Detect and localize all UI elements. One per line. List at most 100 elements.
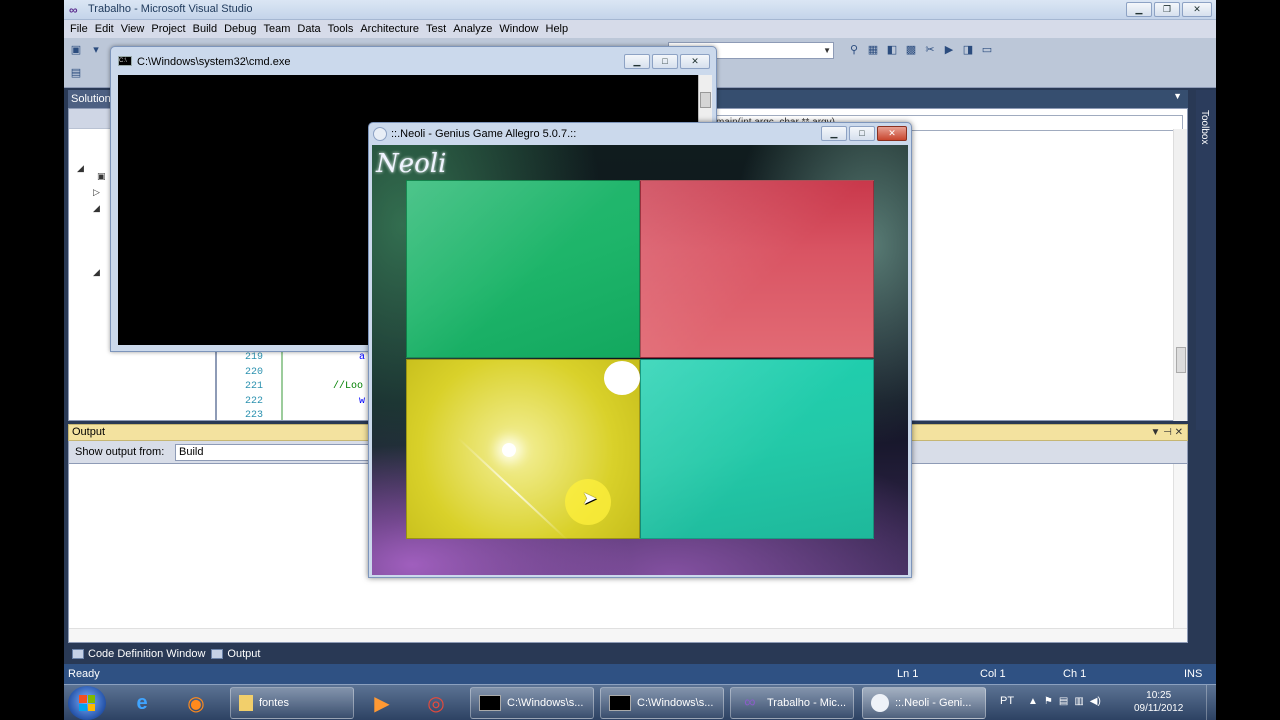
menu-test[interactable]: Test <box>425 23 452 35</box>
maximize-button[interactable]: □ <box>849 126 875 141</box>
tray-icons: ▲ ⚑ ▤ ▥ ◀) <box>1028 696 1101 707</box>
task-label: fontes <box>259 697 289 709</box>
properties-icon[interactable]: ▦ <box>865 42 881 58</box>
teal-pad[interactable] <box>640 359 874 539</box>
menu-analyze[interactable]: Analyze <box>452 23 498 35</box>
status-insert-mode: INS <box>1184 668 1203 680</box>
red-pad[interactable] <box>640 180 874 358</box>
menu-project[interactable]: Project <box>150 23 191 35</box>
media-player-icon[interactable]: ▶ <box>362 688 402 718</box>
menu-tools[interactable]: Tools <box>327 23 360 35</box>
output-vertical-scrollbar[interactable] <box>1173 464 1187 629</box>
tree-expander-icon[interactable]: ◢ <box>77 163 84 174</box>
folder-icon <box>239 695 253 711</box>
vs-window-title: Trabalho - Microsoft Visual Studio <box>88 3 253 15</box>
internet-explorer-icon[interactable]: e <box>122 688 162 718</box>
allegro-app-icon <box>871 694 889 712</box>
close-button[interactable]: ✕ <box>680 54 710 69</box>
tree-expander-icon[interactable]: ▷ <box>93 187 100 198</box>
tree-expander-icon[interactable]: ◢ <box>93 203 100 214</box>
minimize-button[interactable]: ▁ <box>821 126 847 141</box>
close-button[interactable]: ✕ <box>877 126 907 141</box>
desktop: ∞ Trabalho - Microsoft Visual Studio ▁ ❐… <box>64 0 1216 720</box>
taskbar: e ◉ fontes ▶ ◎ C:\Windows\s... C:\Window… <box>64 684 1216 720</box>
menu-window[interactable]: Window <box>498 23 544 35</box>
menu-help[interactable]: Help <box>545 23 575 35</box>
action-center-icon[interactable]: ⚑ <box>1044 696 1053 707</box>
clock-time: 10:25 <box>1146 690 1172 701</box>
new-project-icon[interactable]: ▣ <box>68 42 84 58</box>
dropdown-arrow-icon[interactable]: ▾ <box>88 42 104 58</box>
close-button[interactable]: ✕ <box>1182 2 1212 17</box>
menu-file[interactable]: File <box>69 23 94 35</box>
allegro-app-icon <box>373 127 387 141</box>
line-numbers: 219 220 221 222 223 <box>245 351 263 424</box>
tab-output[interactable]: Output <box>211 648 260 660</box>
safely-remove-icon[interactable]: ▤ <box>1059 696 1068 707</box>
editor-vertical-scrollbar[interactable] <box>1173 129 1187 421</box>
taskbar-item-cmd-1[interactable]: C:\Windows\s... <box>470 687 594 719</box>
find-in-files-icon[interactable]: ⚲ <box>846 42 862 58</box>
menu-bar: File Edit View Project Build Debug Team … <box>64 20 1216 38</box>
volume-icon[interactable]: ◀) <box>1090 696 1101 707</box>
tab-code-definition-window[interactable]: Code Definition Window <box>72 648 205 660</box>
taskbar-item-fontes[interactable]: fontes <box>230 687 354 719</box>
start-button[interactable] <box>68 686 106 720</box>
taskbar-item-neoli[interactable]: ::.Neoli - Geni... <box>862 687 986 719</box>
restore-button[interactable]: ❐ <box>1154 2 1180 17</box>
status-bar: Ready Ln 1 Col 1 Ch 1 INS <box>64 664 1216 684</box>
language-indicator[interactable]: PT <box>1000 695 1014 707</box>
taskbar-item-cmd-2[interactable]: C:\Windows\s... <box>600 687 724 719</box>
cmd-title-bar[interactable]: C:\ C:\Windows\system32\cmd.exe ▁ □ ✕ <box>111 47 716 71</box>
show-desktop-button[interactable] <box>1206 685 1216 720</box>
window-layout-icon[interactable]: ▭ <box>979 42 995 58</box>
tree-expander-icon[interactable]: ◢ <box>93 267 100 278</box>
minimize-button[interactable]: ▁ <box>624 54 650 69</box>
menu-view[interactable]: View <box>120 23 151 35</box>
network-icon[interactable]: ▥ <box>1074 696 1083 707</box>
clock[interactable]: 10:25 09/11/2012 <box>1134 689 1183 715</box>
minimize-button[interactable]: ▁ <box>1126 2 1152 17</box>
game-canvas[interactable]: Neoli ➤ <box>372 145 908 575</box>
show-hidden-icons-icon[interactable]: ▲ <box>1028 696 1038 707</box>
code-lines: a //Loo w <box>333 351 365 409</box>
pin-close-icon[interactable]: ▼ ⊣ ✕ <box>1150 425 1183 440</box>
bottom-tab-strip: Code Definition Window Output <box>64 645 1216 663</box>
pad-sheen <box>641 181 873 357</box>
toolbox-tab[interactable]: Toolbox <box>1199 110 1210 144</box>
scrollbar-thumb[interactable] <box>1176 347 1186 373</box>
menu-debug[interactable]: Debug <box>223 23 262 35</box>
windows-logo-icon <box>79 695 95 711</box>
taskbar-item-visual-studio[interactable]: ∞ Trabalho - Mic... <box>730 687 854 719</box>
letterbox-left <box>0 0 64 720</box>
start-page-icon[interactable]: ▶ <box>941 42 957 58</box>
chevron-down-icon[interactable]: ▼ <box>1173 91 1182 101</box>
output-horizontal-scrollbar[interactable] <box>69 628 1187 642</box>
maximize-button[interactable]: □ <box>652 54 678 69</box>
output-icon <box>211 649 224 659</box>
show-output-from-select[interactable]: Build <box>175 444 375 461</box>
layout-icon[interactable]: ▤ <box>68 65 84 81</box>
scrollbar-thumb[interactable] <box>700 92 711 108</box>
menu-edit[interactable]: Edit <box>94 23 120 35</box>
chrome-icon[interactable]: ◎ <box>416 688 456 718</box>
menu-build[interactable]: Build <box>192 23 223 35</box>
firefox-icon[interactable]: ◉ <box>176 688 216 718</box>
menu-architecture[interactable]: Architecture <box>359 23 425 35</box>
status-line: Ln 1 <box>897 668 919 680</box>
menu-data[interactable]: Data <box>296 23 326 35</box>
extension-icon[interactable]: ◨ <box>960 42 976 58</box>
green-pad[interactable] <box>406 180 640 358</box>
tools-icon[interactable]: ✂ <box>922 42 938 58</box>
console-icon <box>479 695 501 711</box>
line-number: 220 <box>245 366 264 378</box>
console-icon <box>609 695 631 711</box>
toolbox-icon[interactable]: ▩ <box>903 42 919 58</box>
menu-team[interactable]: Team <box>263 23 297 35</box>
project-node-icon[interactable]: ▣ <box>97 171 106 182</box>
object-browser-icon[interactable]: ◧ <box>884 42 900 58</box>
game-logo: Neoli <box>376 149 447 179</box>
code-definition-icon <box>72 649 84 659</box>
vs-title-bar[interactable]: ∞ Trabalho - Microsoft Visual Studio ▁ ❐… <box>64 0 1216 20</box>
